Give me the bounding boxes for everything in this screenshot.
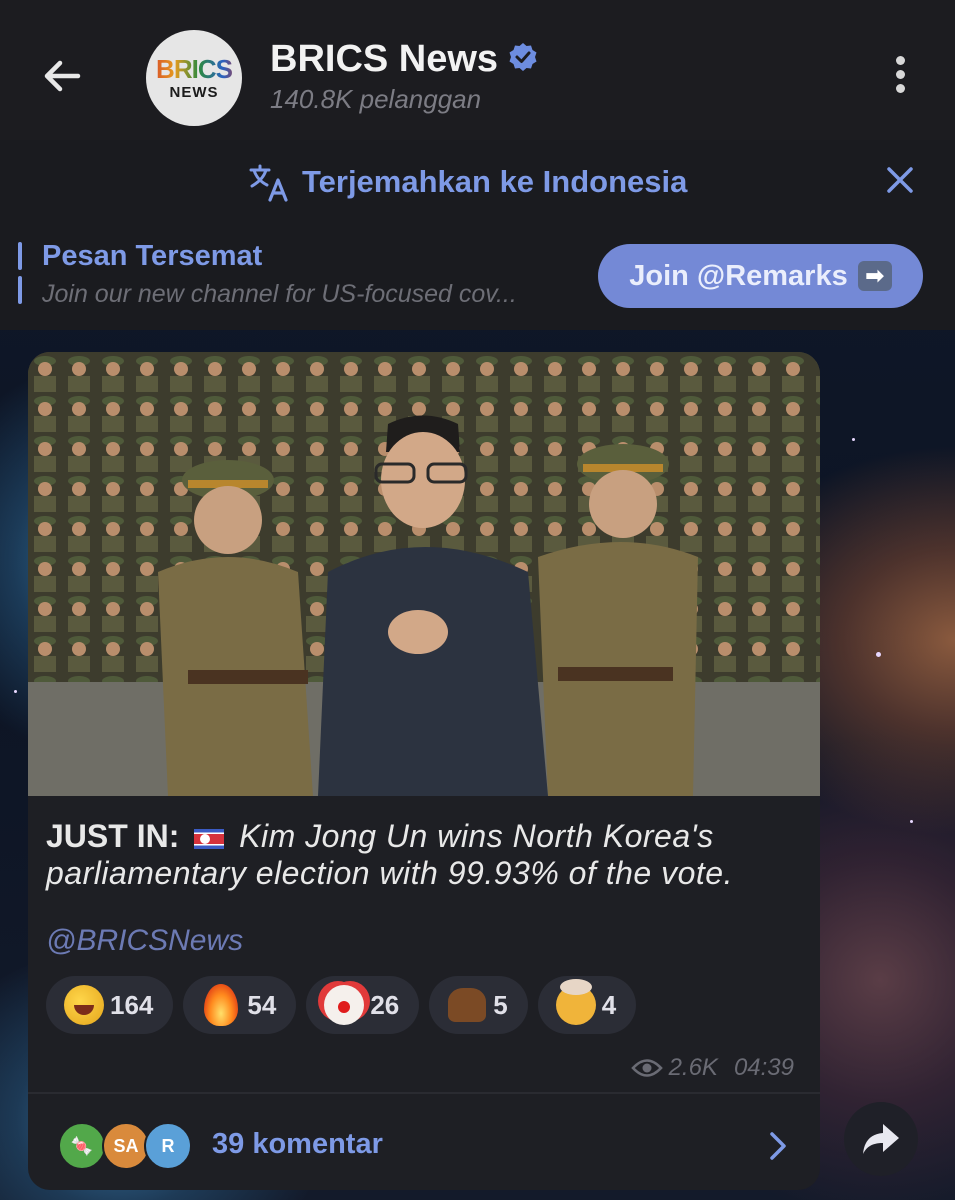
reactions-row: 164 54 26 5 4 (46, 976, 646, 1034)
post-meta: 2.6K 04:39 (630, 1054, 794, 1082)
laughing-emoji-icon (62, 983, 106, 1027)
right-arrow-icon: ➡ (857, 261, 892, 291)
exploding-head-emoji-icon (554, 979, 598, 1027)
pinned-title: Pesan Tersemat (42, 240, 263, 272)
post-text: JUST IN: Kim Jong Un wins North Korea's … (46, 818, 806, 892)
join-remarks-button[interactable]: Join @Remarks ➡ (598, 244, 923, 308)
wallpaper-star (852, 438, 855, 441)
post-photo[interactable] (28, 352, 820, 796)
join-button-label: Join @Remarks (629, 259, 848, 292)
poo-emoji-icon (445, 983, 489, 1027)
comments-count-label: 39 komentar (212, 1128, 383, 1160)
commenter-avatar: SA (102, 1122, 150, 1170)
reaction-count: 4 (601, 989, 617, 1020)
post-lead: JUST IN: (46, 818, 180, 854)
reaction-count: 26 (370, 989, 400, 1020)
pinned-preview-text: Join our new channel for US-focused cov.… (42, 280, 517, 308)
channel-post: JUST IN: Kim Jong Un wins North Korea's … (28, 352, 820, 1190)
view-count: 2.6K (668, 1054, 718, 1081)
reaction-count: 164 (110, 989, 154, 1020)
translate-bar: Terjemahkan ke Indonesia (0, 140, 955, 224)
channel-title[interactable]: BRICS News (270, 38, 498, 81)
pinned-message-bar[interactable]: Pesan Tersemat Join our new channel for … (0, 224, 955, 330)
share-arrow-icon (863, 1124, 899, 1154)
translate-button[interactable]: Terjemahkan ke Indonesia (248, 160, 687, 204)
share-button[interactable] (844, 1102, 918, 1176)
reaction-fire[interactable]: 54 (183, 976, 297, 1034)
reaction-poo[interactable]: 5 (429, 976, 528, 1034)
subscriber-count: 140.8K pelanggan (270, 84, 482, 114)
channel-avatar[interactable]: BRICS NEWS (146, 30, 242, 126)
eye-icon (630, 1059, 663, 1077)
post-photo-illustration (28, 352, 820, 796)
commenter-avatar: R (144, 1122, 192, 1170)
close-icon[interactable] (884, 164, 916, 201)
commenter-avatar: 🍬 (58, 1122, 106, 1170)
reaction-clown[interactable]: 26 (306, 976, 420, 1034)
chat-header: BRICS NEWS BRICS News 140.8K pelanggan (0, 0, 955, 140)
clown-emoji-icon (322, 983, 366, 1027)
avatar-logo-subtext: NEWS (169, 84, 219, 101)
avatar-logo-text: BRICS (146, 54, 242, 85)
more-options-icon[interactable] (890, 56, 910, 96)
comments-button[interactable]: 🍬 SA R 39 komentar (28, 1094, 820, 1190)
post-time: 04:39 (733, 1054, 794, 1081)
pinned-indicator (18, 242, 22, 306)
reaction-count: 5 (493, 989, 508, 1020)
reaction-exploding-head[interactable]: 4 (537, 976, 637, 1034)
reaction-laughing[interactable]: 164 (46, 976, 174, 1034)
reaction-count: 54 (247, 989, 277, 1020)
verified-badge-icon (508, 42, 538, 72)
translate-icon (249, 164, 288, 202)
wallpaper-star (876, 652, 881, 657)
back-arrow-icon[interactable] (38, 52, 86, 100)
channel-mention-link[interactable]: @BRICSNews (46, 924, 243, 958)
wallpaper-star (14, 690, 17, 693)
translate-label: Terjemahkan ke Indonesia (302, 164, 688, 199)
wallpaper-star (910, 820, 913, 823)
north-korea-flag-icon (194, 828, 225, 849)
chevron-right-icon (766, 1130, 790, 1167)
fire-emoji-icon (199, 983, 243, 1027)
